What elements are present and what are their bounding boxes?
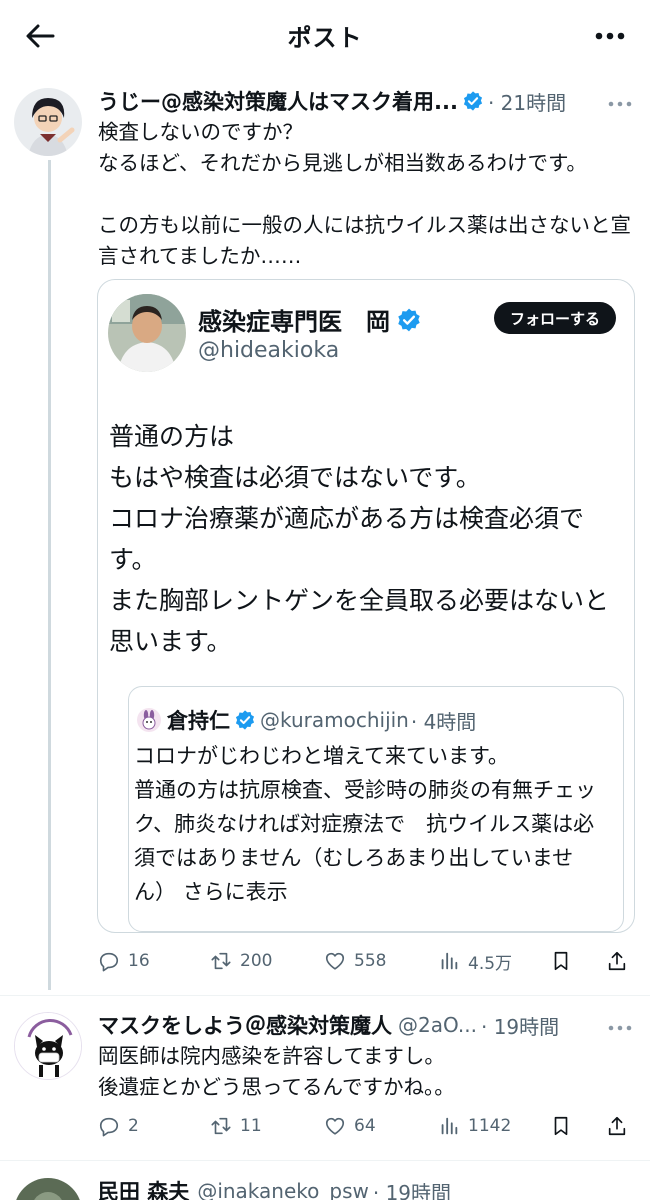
bookmark-button[interactable] <box>550 1111 572 1141</box>
repost-button[interactable]: 200 <box>210 946 272 976</box>
handle[interactable]: @inakaneko_psw <box>197 1179 369 1200</box>
show-more-link[interactable]: さらに表示 <box>183 880 288 904</box>
follow-button[interactable]: フォローする <box>494 302 616 334</box>
reply-text: 岡医師は院内感染を許容してますし。 後遺症とかどう思ってるんですかね。。 <box>98 1044 455 1099</box>
reply-button[interactable]: 2 <box>98 1111 139 1141</box>
verified-badge-icon <box>398 308 420 331</box>
more-options-button[interactable] <box>590 20 630 52</box>
quoted-avatar[interactable] <box>108 294 186 372</box>
verified-badge-icon <box>235 710 255 730</box>
inner-quoted-avatar[interactable] <box>137 708 161 732</box>
post-more-button[interactable] <box>608 88 632 113</box>
thread-connector-line <box>48 160 51 990</box>
bookmark-button[interactable] <box>550 946 572 976</box>
share-icon <box>608 951 626 971</box>
reply-icon <box>99 952 119 972</box>
post-time[interactable]: · 19時間 <box>481 1011 559 1040</box>
views-button[interactable]: 4.5万 <box>438 946 512 976</box>
reply-count: 16 <box>128 951 150 971</box>
avatar[interactable] <box>14 88 82 156</box>
divider <box>0 1160 650 1161</box>
more-icon <box>595 32 625 40</box>
like-count: 558 <box>354 951 387 971</box>
avatar[interactable] <box>14 1178 82 1200</box>
post-text: 検査しないのですか？ なるほど、それだから見逃しが相当数あるわけです。 この方も… <box>98 120 631 268</box>
divider <box>0 995 650 996</box>
reply-count: 2 <box>128 1116 139 1136</box>
reply-icon <box>99 1117 119 1137</box>
display-name[interactable]: うじー@感染対策魔人はマスク着用... <box>98 86 458 116</box>
verified-badge-icon <box>463 91 483 111</box>
more-icon <box>608 101 632 107</box>
repost-count: 11 <box>240 1116 262 1136</box>
quoted-post-text: 普通の方は もはや検査は必須ではないです。 コロナ治療薬が適応がある方は検査必須… <box>109 422 610 656</box>
page-title: ポスト <box>287 24 363 52</box>
reply-action-bar: 2 11 64 1142 <box>98 1111 638 1141</box>
top-bar: ポスト <box>0 0 650 72</box>
quoted-display-name[interactable]: 感染症専門医 岡 <box>198 302 390 337</box>
share-button[interactable] <box>606 946 628 976</box>
post-more-button[interactable] <box>608 1012 632 1037</box>
views-button[interactable]: 1142 <box>438 1111 511 1141</box>
inner-quoted-header: 倉持仁 @kuramochijin · 4時間 <box>137 705 476 735</box>
avatar[interactable] <box>14 1012 82 1080</box>
repost-button[interactable]: 11 <box>210 1111 262 1141</box>
bookmark-icon <box>554 951 568 971</box>
inner-quoted-time[interactable]: · 4時間 <box>411 706 476 735</box>
heart-icon <box>325 952 345 970</box>
repost-icon <box>211 952 231 970</box>
heart-icon <box>325 1117 345 1135</box>
share-icon <box>608 1116 626 1136</box>
quoted-display-name-row: 感染症専門医 岡 <box>198 302 426 337</box>
reply-button[interactable]: 16 <box>98 946 150 976</box>
views-count: 4.5万 <box>468 953 513 974</box>
views-chart-icon <box>441 952 458 970</box>
post-action-bar: 16 200 558 4.5万 <box>98 946 638 976</box>
repost-count: 200 <box>240 951 273 971</box>
views-chart-icon <box>441 1117 458 1135</box>
inner-quoted-display-name[interactable]: 倉持仁 <box>167 705 230 735</box>
repost-icon <box>211 1117 231 1135</box>
inner-quoted-post-card[interactable]: 倉持仁 @kuramochijin · 4時間 コロナがじわじわと増えて来ていま… <box>128 686 624 932</box>
more-icon <box>608 1025 632 1031</box>
inner-quoted-handle[interactable]: @kuramochijin <box>260 708 409 732</box>
inner-quoted-text-block: コロナがじわじわと増えて来ています。 普通の方は抗原検査、受診時の肺炎の有無チェ… <box>134 739 614 909</box>
post-time[interactable]: · 19時間 <box>373 1177 451 1200</box>
post-header: うじー@感染対策魔人はマスク着用... · 21時間 <box>98 86 566 116</box>
post-time[interactable]: · 21時間 <box>488 87 566 116</box>
reply-header: 民田 森夫 @inakaneko_psw · 19時間 <box>98 1176 451 1200</box>
views-count: 1142 <box>468 1116 512 1136</box>
handle[interactable]: @2aO... <box>398 1013 477 1037</box>
share-button[interactable] <box>606 1111 628 1141</box>
bookmark-icon <box>554 1116 568 1136</box>
reply-header: マスクをしよう＠感染対策魔人 @2aO... · 19時間 <box>98 1010 559 1040</box>
like-button[interactable]: 64 <box>324 1111 376 1141</box>
quoted-handle[interactable]: @hideakioka <box>198 338 339 363</box>
like-button[interactable]: 558 <box>324 946 386 976</box>
like-count: 64 <box>354 1116 376 1136</box>
display-name[interactable]: マスクをしよう＠感染対策魔人 <box>98 1010 392 1040</box>
display-name[interactable]: 民田 森夫 <box>98 1176 189 1200</box>
